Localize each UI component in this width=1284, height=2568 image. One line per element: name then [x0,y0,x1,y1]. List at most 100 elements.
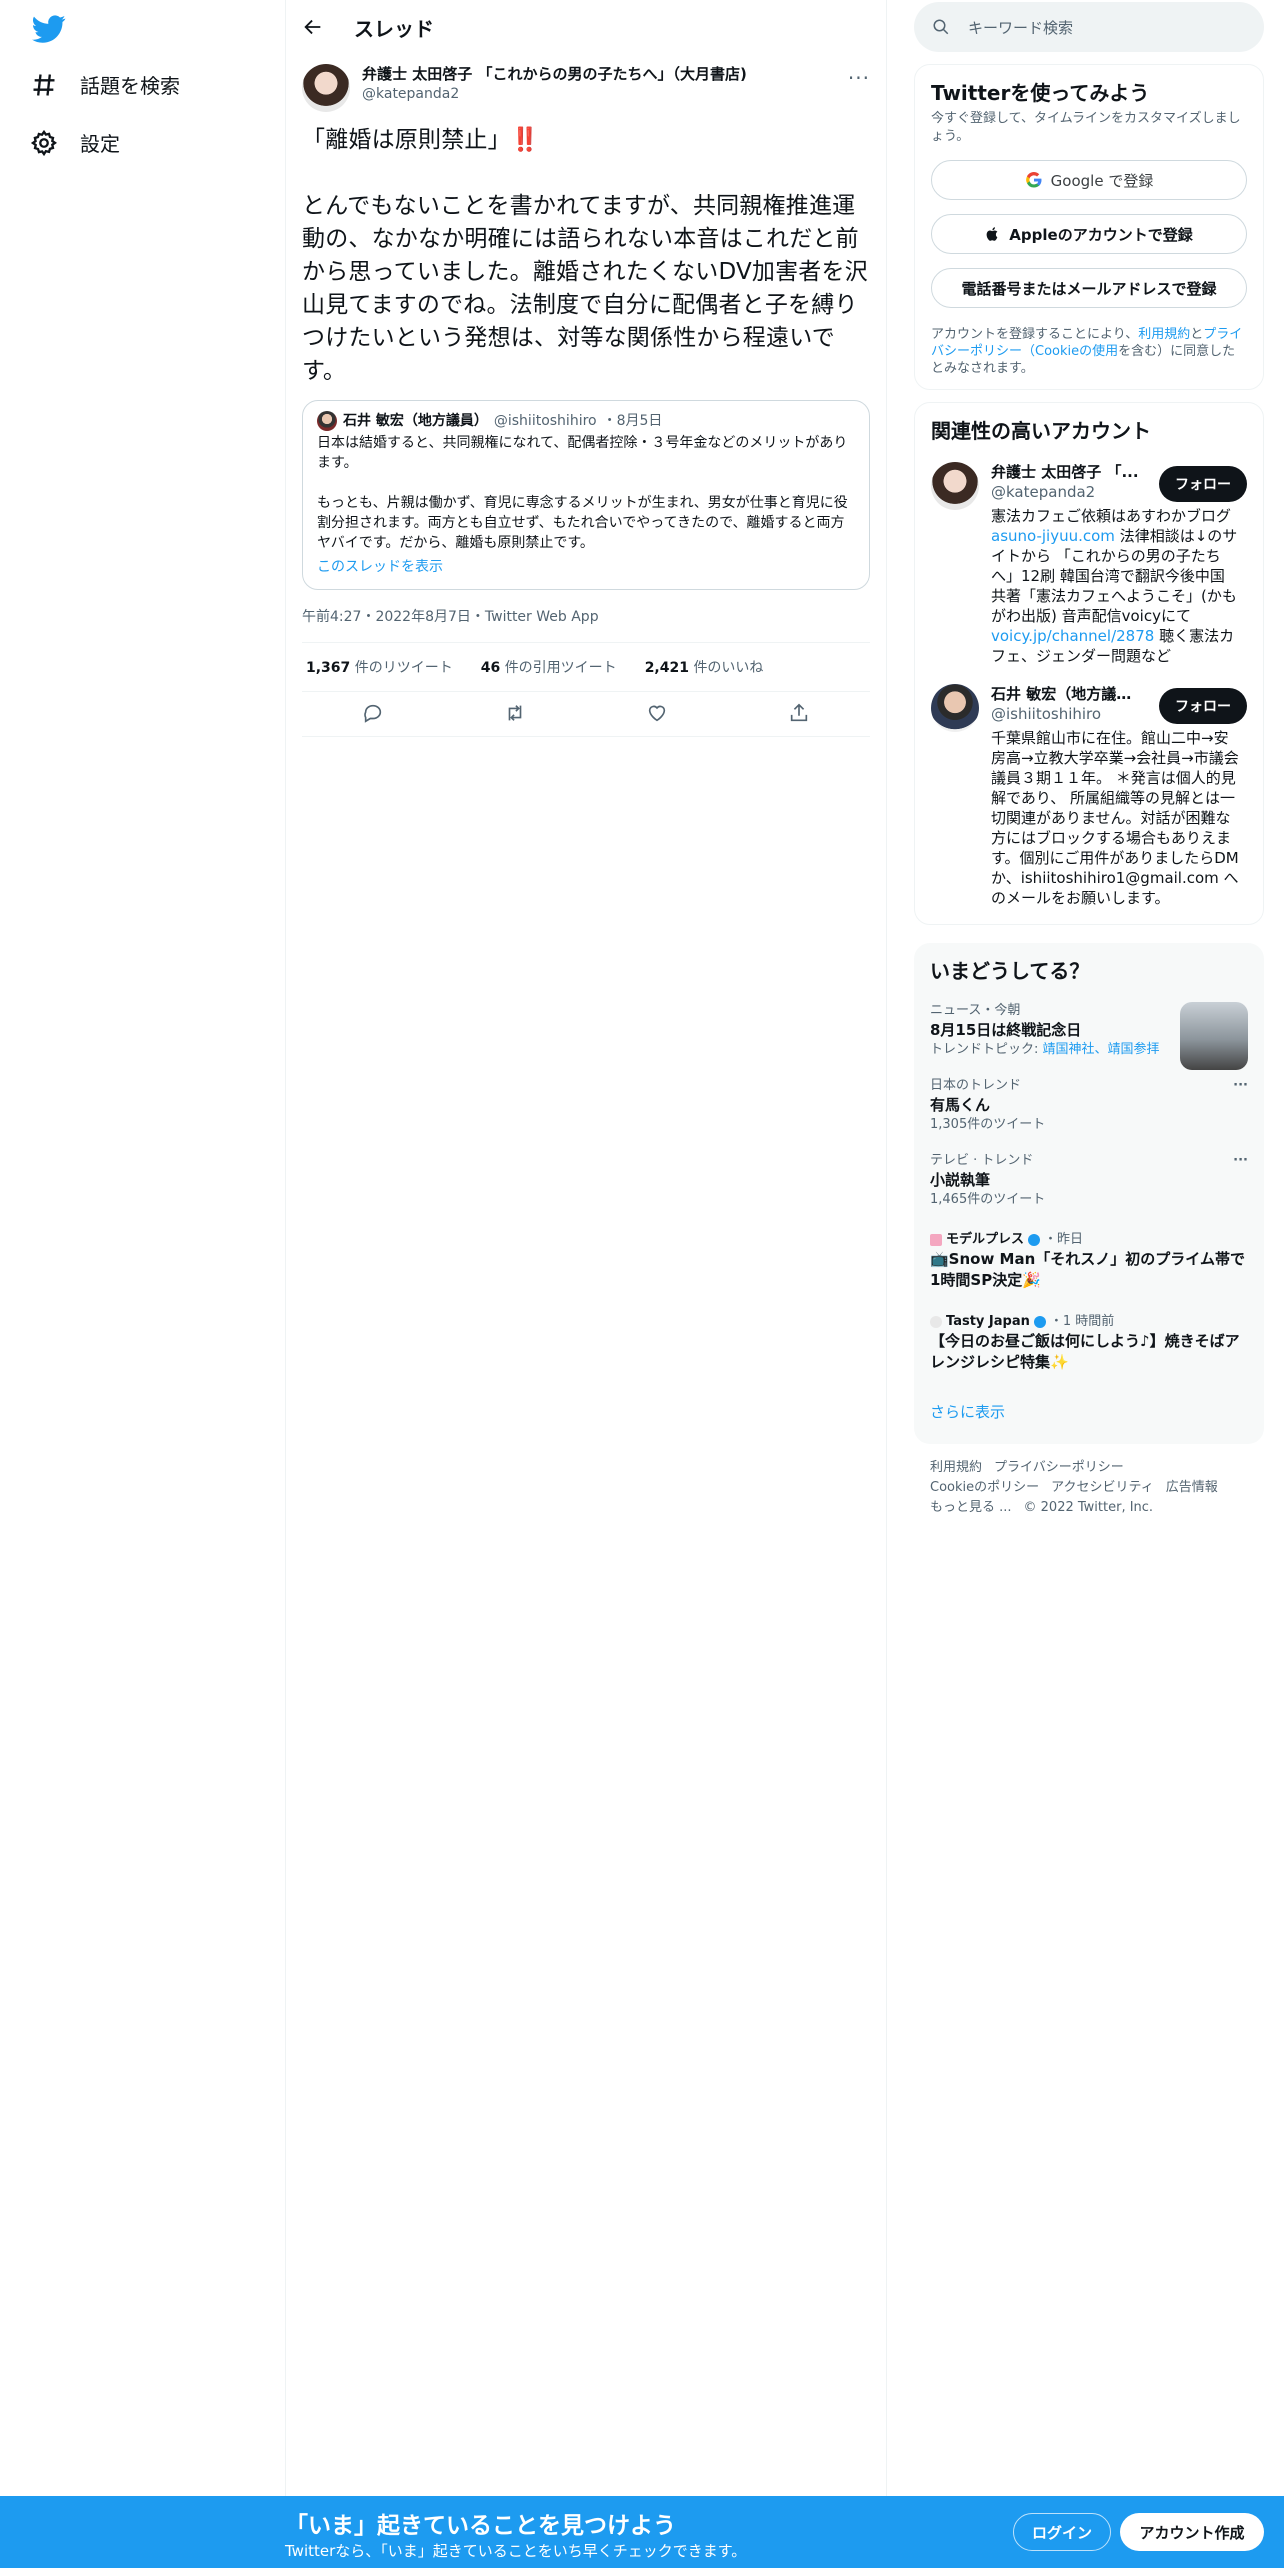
retweets-count: 1,367 [306,660,351,676]
more-options-icon[interactable]: ··· [1233,1152,1248,1170]
page-title: スレッド [354,16,434,41]
trend-context: テレビ · トレンド [930,1153,1034,1168]
verified-icon [1028,1234,1041,1246]
likes-stat[interactable]: 2,421 件のいいね [645,657,764,677]
footer-more-link[interactable]: もっと見る ... [930,1500,1012,1515]
apple-icon [986,227,998,241]
related-account-name[interactable]: 弁護士 太田啓子 「... [991,462,1141,482]
gear-icon [30,129,58,156]
more-options-icon[interactable]: ··· [1233,1077,1248,1095]
hashtag-icon [33,73,55,96]
main-column: スレッド 弁護士 太田啓子 「これからの男の子たちへ」（大月書店) @katep… [285,0,887,2500]
trend-title: 【今日のお昼ご飯は何にしよう♪】焼きそばアレンジレシピ特集✨ [930,1332,1240,1371]
search-input[interactable]: キーワード検索 [914,2,1264,52]
reply-icon[interactable] [362,702,384,724]
apple-signup-label: Appleのアカウントで登録 [1009,225,1193,244]
nav-settings[interactable]: 設定 [30,128,120,157]
related-account-bio: 憲法カフェご依頼はあすわかブログasuno-jiyuu.com 法律相談は↓のサ… [991,506,1241,666]
show-more-link[interactable]: さらに表示 [930,1401,1248,1432]
footer-link[interactable]: プライバシーポリシー [994,1460,1124,1475]
trend-context: 日本のトレンド [930,1078,1022,1093]
trend-item[interactable]: 日本のトレンド 有馬くん 1,305件のツイート ··· [930,1077,1248,1134]
related-account-name[interactable]: 石井 敏宏（地方議員... [991,684,1141,704]
trend-item[interactable]: テレビ · トレンド 小説執筆 1,465件のツイート ··· [930,1152,1248,1209]
tweet-timestamp[interactable]: 午前4:27・2022年8月7日・Twitter Web App [302,606,870,643]
tweet-text-line1: 「離婚は原則禁止」 [302,127,511,153]
author-handle[interactable]: @katepanda2 [362,84,747,104]
nav-explore[interactable]: 話題を検索 [30,70,180,99]
quoted-avatar [317,411,337,431]
source-avatar [930,1234,942,1246]
show-thread-link[interactable]: このスレッドを表示 [317,557,857,577]
left-nav: 話題を検索 設定 [0,0,285,2568]
trend-count: 1,305件のツイート [930,1117,1046,1132]
trend-item[interactable]: Tasty Japan ・1 時間前 【今日のお昼ご飯は何にしよう♪】焼きそばア… [930,1313,1248,1373]
copyright: © 2022 Twitter, Inc. [1023,1500,1154,1515]
twitter-logo-icon[interactable] [30,12,68,46]
trends-title: いまどうしてる？ [930,959,1090,983]
avatar[interactable] [931,684,979,732]
related-account-bio: 千葉県館山市に在住。館山二中→安房高→立教大学卒業→会社員→市議会議員３期１１年… [991,729,1239,907]
signup-card-subtitle: 今すぐ登録して、タイムラインをカスタマイズしましょう。 [931,111,1241,144]
quotes-stat[interactable]: 46 件の引用ツイート [481,657,617,677]
google-icon [1025,171,1042,188]
share-icon[interactable] [788,702,810,724]
bio-link[interactable]: asuno-jiyuu.com [991,527,1115,545]
footer-link[interactable]: 利用規約 [930,1460,982,1475]
trend-count: 1,465件のツイート [930,1192,1046,1207]
google-signup-button[interactable]: Google で登録 [931,160,1247,200]
retweets-stat[interactable]: 1,367 件のリツイート [306,657,453,677]
right-sidebar: キーワード検索 Twitterを使ってみよう 今すぐ登録して、タイムラインをカス… [914,0,1264,1518]
footer-link[interactable]: 広告情報 [1166,1480,1218,1495]
related-accounts-card: 関連性の高いアカウント 弁護士 太田啓子 「... @katepanda2 憲法… [914,402,1264,925]
search-placeholder: キーワード検索 [968,18,1074,37]
tweet-author: 弁護士 太田啓子 「これからの男の子たちへ」（大月書店) @katepanda2… [302,64,870,112]
related-account[interactable]: 弁護士 太田啓子 「... @katepanda2 憲法カフェご依頼はあすわかブ… [931,462,1247,666]
footer-link[interactable]: アクセシビリティ [1051,1480,1154,1495]
terms-link[interactable]: 利用規約 [1138,327,1190,342]
quoted-date: ・8月5日 [602,413,663,429]
terms-mid: と [1190,327,1204,342]
signup-card-title: Twitterを使ってみよう [931,81,1150,105]
follow-button[interactable]: フォロー [1159,688,1247,724]
login-button[interactable]: ログイン [1013,2513,1111,2551]
follow-button[interactable]: フォロー [1159,466,1247,502]
trend-source: Tasty Japan [946,1314,1030,1329]
quotes-label: 件の引用ツイート [504,660,617,676]
nav-settings-label: 設定 [80,132,120,156]
bio-link[interactable]: voicy.jp/channel/2878 [991,627,1154,645]
quoted-author-name: 石井 敏宏（地方議員） [343,413,488,429]
bottom-bar-title: 「いま」起きていることを見つけよう [285,2513,676,2539]
quotes-count: 46 [480,660,501,676]
related-accounts-title: 関連性の高いアカウント [931,419,1151,443]
quoted-author-handle: @ishiitoshihiro [493,413,597,429]
trend-title: 有馬くん [930,1096,991,1114]
related-account[interactable]: 石井 敏宏（地方議員... @ishiitoshihiro 千葉県館山市に在住。… [931,684,1247,908]
trend-item[interactable]: モデルプレス ・昨日 📺Snow Man「それスノ」初のプライム帯で1時間SP決… [930,1231,1248,1291]
signup-button[interactable]: アカウント作成 [1120,2513,1264,2551]
more-options-icon[interactable]: ··· [848,66,870,90]
footer-link[interactable]: Cookieのポリシー [930,1480,1039,1495]
phone-email-signup-button[interactable]: 電話番号またはメールアドレスで登録 [931,268,1247,308]
thread-header: スレッド [286,0,886,54]
phone-email-signup-label: 電話番号またはメールアドレスで登録 [961,279,1217,298]
avatar[interactable] [302,64,350,112]
back-arrow-icon[interactable] [302,16,324,38]
trend-item[interactable]: ニュース・今朝 8月15日は終戦記念日 トレンドトピック: 靖国神社、靖国参拝 [930,1002,1248,1070]
source-avatar [930,1316,942,1328]
retweet-icon[interactable] [504,702,526,724]
avatar[interactable] [931,462,979,510]
bottom-signup-bar: 「いま」起きていることを見つけよう Twitterなら、「いま」起きていることを… [0,2496,1284,2568]
apple-signup-button[interactable]: Appleのアカウントで登録 [931,214,1247,254]
trend-topic-link[interactable]: 靖国神社、靖国参拝 [1043,1042,1160,1057]
signup-terms: アカウントを登録することにより、利用規約とプライバシーポリシー（Cookieの使… [931,326,1247,377]
author-name[interactable]: 弁護士 太田啓子 「これからの男の子たちへ」（大月書店) [362,64,747,84]
trends-card: いまどうしてる？ ニュース・今朝 8月15日は終戦記念日 トレンドトピック: 靖… [914,943,1264,1444]
heart-icon[interactable] [646,702,668,724]
quoted-tweet[interactable]: 石井 敏宏（地方議員） @ishiitoshihiro ・8月5日 日本は結婚す… [302,400,870,590]
retweets-label: 件のリツイート [354,660,453,676]
tweet-actions [302,692,870,737]
trend-thumbnail [1180,1002,1248,1070]
terms-pre: アカウントを登録することにより、 [931,327,1139,342]
tweet-text: 「離婚は原則禁止」‼️ とんでもないことを書かれてますが、共同親権推進運動の、な… [302,124,870,388]
